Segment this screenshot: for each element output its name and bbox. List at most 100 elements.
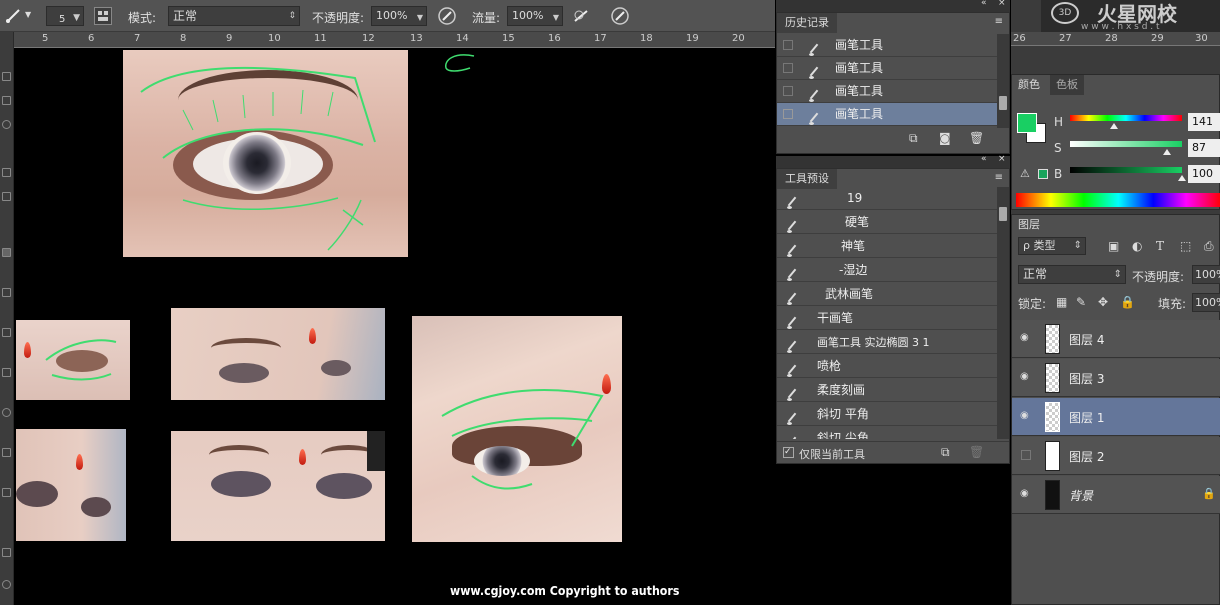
- collapse-icon[interactable]: «: [981, 0, 987, 8]
- preset-item[interactable]: 画笔工具 实边椭圆 3 1: [777, 331, 997, 354]
- panel-menu-icon[interactable]: ≡: [995, 16, 1003, 27]
- history-snapshot-checkbox[interactable]: [783, 86, 793, 96]
- history-item-selected[interactable]: 画笔工具: [777, 103, 997, 126]
- layer-row-selected[interactable]: ◉ 图层 1: [1012, 398, 1220, 436]
- layer-opacity-input[interactable]: 100%: [1192, 265, 1220, 284]
- mode-select[interactable]: 正常 ⇕: [168, 6, 300, 26]
- layer-row[interactable]: ◉ 图层 4: [1012, 320, 1220, 358]
- preset-item[interactable]: -湿边: [777, 259, 997, 282]
- tab-tool-presets[interactable]: 工具预设: [777, 169, 837, 189]
- adjustment-filter-icon[interactable]: ◐: [1132, 239, 1142, 253]
- new-preset-icon[interactable]: ⧉: [941, 445, 950, 460]
- preset-item[interactable]: 斜切 平角: [777, 403, 997, 426]
- hidden-visibility-box[interactable]: [1021, 450, 1031, 460]
- eye-visibility-icon[interactable]: ◉: [1020, 333, 1032, 343]
- shape-filter-icon[interactable]: ⬚: [1180, 239, 1191, 253]
- brush-tool-icon[interactable]: [2, 248, 11, 257]
- pixel-filter-icon[interactable]: ▣: [1108, 239, 1119, 253]
- close-icon[interactable]: ×: [998, 0, 1006, 8]
- h-value-input[interactable]: 141: [1188, 113, 1220, 131]
- dodge-tool-icon[interactable]: [2, 408, 11, 417]
- airbrush-icon[interactable]: [572, 6, 592, 26]
- document-canvas[interactable]: [14, 48, 775, 605]
- tool-dropdown-arrow[interactable]: ▼: [25, 10, 31, 19]
- pen-tool-icon[interactable]: [2, 448, 11, 457]
- tablet-pressure-size-icon[interactable]: [610, 6, 630, 26]
- tablet-pressure-opacity-icon[interactable]: [437, 6, 457, 26]
- foreground-color-swatch[interactable]: [1017, 113, 1037, 133]
- current-tool-only-checkbox[interactable]: ✓: [783, 447, 794, 458]
- history-item[interactable]: 画笔工具: [777, 80, 997, 103]
- marquee-tool-icon[interactable]: [2, 96, 11, 105]
- history-snapshot-checkbox[interactable]: [783, 63, 793, 73]
- b-slider-thumb[interactable]: [1178, 175, 1186, 181]
- s-slider-thumb[interactable]: [1163, 149, 1172, 155]
- preset-item[interactable]: 硬笔: [777, 211, 997, 234]
- preset-item[interactable]: 武林画笔: [777, 283, 997, 306]
- preset-item[interactable]: 干画笔: [777, 307, 997, 330]
- history-snapshot-checkbox[interactable]: [783, 109, 793, 119]
- brush-size-picker[interactable]: 5 ▼: [46, 6, 84, 26]
- scrollbar-thumb[interactable]: [999, 207, 1007, 221]
- close-icon[interactable]: ×: [998, 154, 1006, 164]
- h-slider-thumb[interactable]: [1109, 123, 1118, 129]
- eye-visibility-icon[interactable]: ◉: [1020, 372, 1032, 382]
- move-tool-icon[interactable]: [2, 72, 11, 81]
- websafe-swatch[interactable]: [1038, 169, 1048, 179]
- smart-object-filter-icon[interactable]: ⎙: [1204, 239, 1214, 254]
- history-item[interactable]: 画笔工具: [777, 34, 997, 57]
- zoom-tool-icon[interactable]: [2, 580, 11, 589]
- presets-scrollbar[interactable]: [997, 187, 1009, 439]
- lock-all-icon[interactable]: 🔒: [1120, 295, 1135, 309]
- brush-tool-icon[interactable]: [4, 8, 24, 24]
- fill-input[interactable]: 100%: [1192, 293, 1220, 312]
- opacity-input[interactable]: 100% ▼: [371, 6, 427, 26]
- lock-image-icon[interactable]: ✎: [1076, 295, 1086, 309]
- lasso-tool-icon[interactable]: [2, 120, 11, 129]
- color-spectrum-ramp[interactable]: [1016, 193, 1220, 207]
- layer-filter-select[interactable]: ρ 类型 ⇕: [1018, 237, 1086, 255]
- new-document-from-state-icon[interactable]: ⧉: [909, 131, 918, 146]
- blend-mode-select[interactable]: 正常 ⇕: [1018, 265, 1126, 284]
- gradient-tool-icon[interactable]: [2, 368, 11, 377]
- layer-row[interactable]: ◉ 图层 3: [1012, 359, 1220, 397]
- preset-item[interactable]: 神笔: [777, 235, 997, 258]
- s-value-input[interactable]: 87: [1188, 139, 1220, 157]
- type-tool-icon[interactable]: [2, 488, 11, 497]
- flow-input[interactable]: 100% ▼: [507, 6, 563, 26]
- tab-swatches[interactable]: 色板: [1050, 75, 1084, 95]
- tab-history[interactable]: 历史记录: [777, 13, 837, 33]
- history-scrollbar[interactable]: [997, 34, 1009, 128]
- eyedropper-tool-icon[interactable]: [2, 192, 11, 201]
- h-slider[interactable]: [1070, 115, 1182, 121]
- history-item[interactable]: 画笔工具: [777, 57, 997, 80]
- eye-visibility-icon[interactable]: ◉: [1020, 489, 1032, 499]
- eye-visibility-icon[interactable]: ◉: [1020, 411, 1032, 421]
- b-value-input[interactable]: 100: [1188, 165, 1220, 183]
- layer-row[interactable]: 图层 2: [1012, 437, 1220, 475]
- hand-tool-icon[interactable]: [2, 548, 11, 557]
- tab-layers[interactable]: 图层: [1012, 215, 1046, 235]
- layer-row[interactable]: ◉ 背景 🔒: [1012, 476, 1220, 514]
- history-snapshot-checkbox[interactable]: [783, 40, 793, 50]
- tab-color[interactable]: 颜色: [1012, 75, 1046, 95]
- trash-icon[interactable]: 🗑: [969, 131, 984, 145]
- panel-menu-icon[interactable]: ≡: [995, 172, 1003, 183]
- preset-item[interactable]: 柔度刻画: [777, 379, 997, 402]
- crop-tool-icon[interactable]: [2, 168, 11, 177]
- b-slider[interactable]: [1070, 167, 1182, 173]
- preset-item[interactable]: 19: [777, 187, 997, 210]
- clone-stamp-tool-icon[interactable]: [2, 288, 11, 297]
- camera-icon[interactable]: ◙: [939, 131, 951, 145]
- lock-position-icon[interactable]: ✥: [1098, 295, 1108, 309]
- gamut-warning-icon[interactable]: ⚠: [1020, 167, 1030, 180]
- scrollbar-thumb[interactable]: [999, 96, 1007, 110]
- lock-transparent-icon[interactable]: ▦: [1056, 295, 1067, 309]
- preset-item[interactable]: 喷枪: [777, 355, 997, 378]
- brush-panel-toggle-icon[interactable]: [94, 7, 112, 25]
- preset-item[interactable]: 斜切 尖角: [777, 427, 997, 439]
- trash-icon[interactable]: 🗑: [969, 445, 984, 459]
- s-slider[interactable]: [1070, 141, 1182, 147]
- eraser-tool-icon[interactable]: [2, 328, 11, 337]
- collapse-icon[interactable]: «: [981, 154, 987, 164]
